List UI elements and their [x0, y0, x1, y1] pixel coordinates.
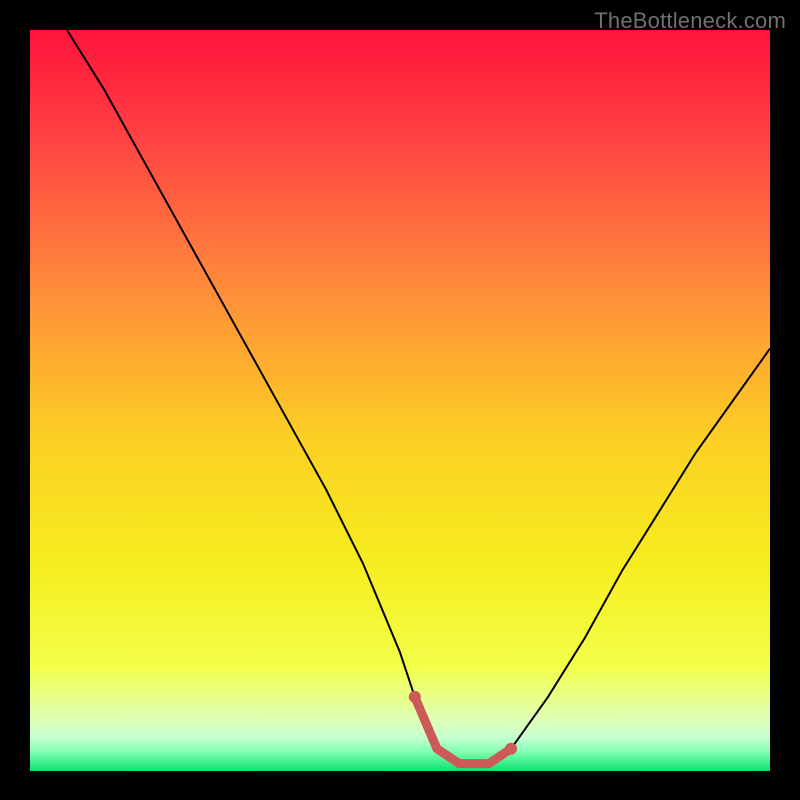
watermark-text: TheBottleneck.com: [594, 8, 786, 34]
bottleneck-plot: [0, 0, 800, 800]
plot-background: [30, 30, 770, 771]
chart-frame: TheBottleneck.com: [0, 0, 800, 800]
highlight-dot-right: [505, 743, 517, 755]
highlight-dot-left: [409, 691, 421, 703]
